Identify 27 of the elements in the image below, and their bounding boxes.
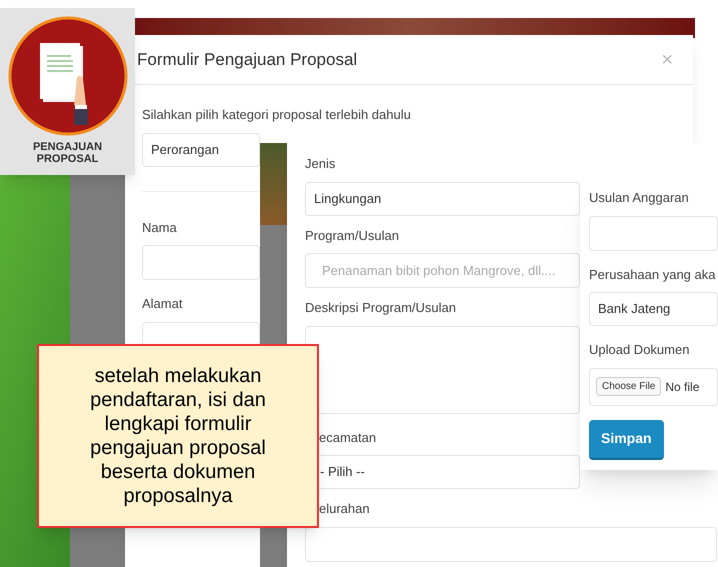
field-label: Upload Dokumen [589,341,690,359]
textarea-field[interactable] [305,326,580,414]
callout-text: setelah melakukan pendaftaran, isi dan lengkapi formulir pengajuan proposal beserta dokumen proposalnya [89,364,267,508]
save-button[interactable]: Simpan [589,420,664,460]
field-label: ecamatan [319,428,376,446]
file-status: No file [665,378,700,396]
field-label: Silahkan pilih kategori proposal terlebih dahulu [142,106,411,124]
field-label: Program/Usulan [305,226,399,245]
badge-label: PENGAJUAN PROPOSAL [32,141,104,165]
file-field[interactable]: Choose File No file [589,368,718,406]
modal-title: Formulir Pengajuan Proposal [137,48,358,71]
select-field[interactable]: Bank Jateng [589,292,718,326]
input-field[interactable] [305,526,717,562]
select-field[interactable]: Lingkungan [305,182,580,216]
field-label: Jenis [305,155,336,173]
field-label: Nama [142,218,177,236]
input-field[interactable]: Penanaman bibit pohon Mangrove, dll.... [305,253,580,288]
field-label: Alamat [142,295,182,313]
input-field[interactable] [142,245,260,280]
input-field[interactable] [589,216,718,250]
field-label: Deskripsi Program/Usulan [305,299,456,317]
field-label: Perusahaan yang aka [589,266,716,284]
select-field[interactable]: Perorangan [142,132,260,166]
field-label: Usulan Anggaran [589,189,689,207]
choose-file-button[interactable]: Choose File [596,377,662,396]
document-hand-icon [6,15,128,137]
field-label: elurahan [319,500,370,518]
